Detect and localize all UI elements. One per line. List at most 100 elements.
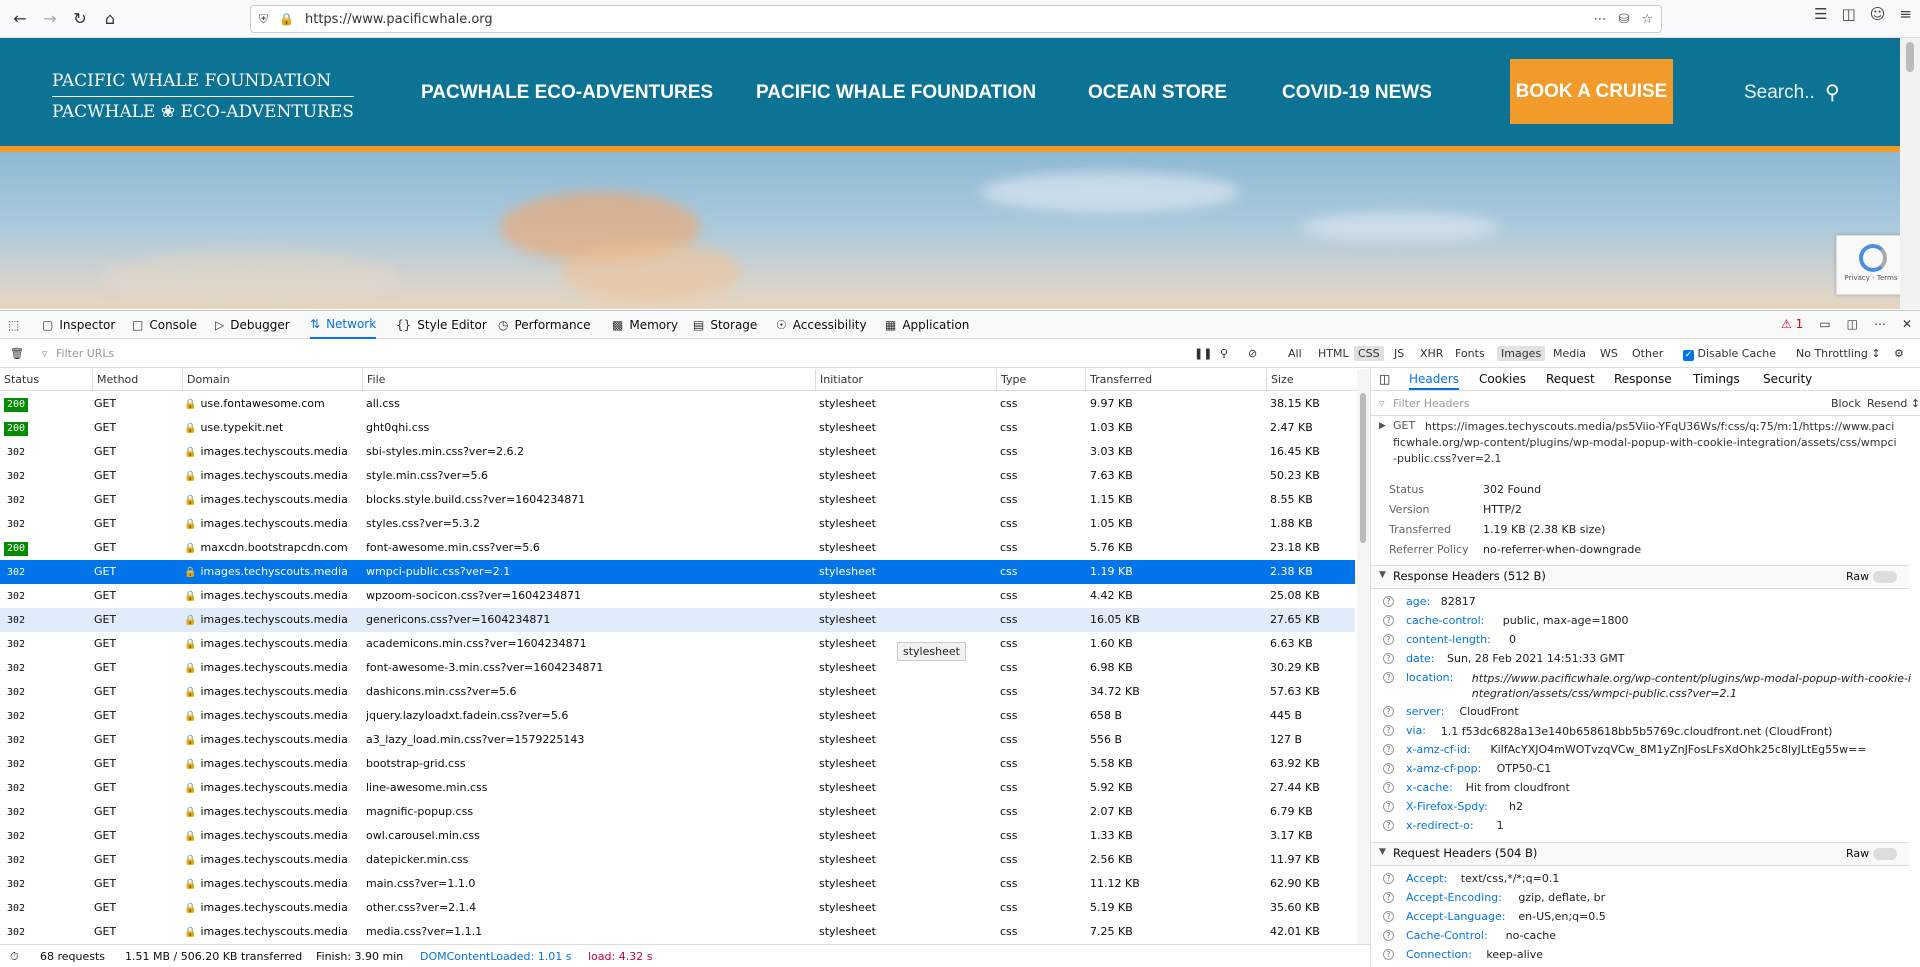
recaptcha-text[interactable]: Privacy - Terms	[1845, 274, 1898, 282]
menu-icon[interactable]: ≡	[1899, 5, 1912, 23]
book-cruise-button[interactable]: BOOK A CRUISE	[1510, 59, 1673, 124]
table-row[interactable]: 302 GET 🔒 images.techyscouts.media font-awes…	[0, 656, 1355, 680]
filter-html[interactable]: HTML	[1314, 346, 1353, 361]
sidebar-icon[interactable]: ◫	[1842, 5, 1856, 23]
close-devtools-icon[interactable]: ✕	[1902, 317, 1912, 331]
help-icon[interactable]: ?	[1383, 801, 1394, 812]
help-icon[interactable]: ?	[1383, 763, 1394, 774]
tab-accessibility[interactable]: ☉ Accessibility	[776, 311, 867, 339]
tab-style-editor[interactable]: {} Style Editor	[396, 311, 487, 339]
error-count-badge[interactable]: ⚠ 1	[1781, 317, 1803, 331]
help-icon[interactable]: ?	[1383, 911, 1394, 922]
col-method[interactable]: Method	[92, 369, 138, 391]
table-row[interactable]: 302 GET 🔒 images.techyscouts.media a3_lazy_l…	[0, 728, 1355, 752]
filter-fonts[interactable]: Fonts	[1451, 346, 1489, 361]
nav-pacific-whale-foundation[interactable]: PACIFIC WHALE FOUNDATION	[756, 82, 1036, 104]
table-row[interactable]: 302 GET 🔒 images.techyscouts.media other.css…	[0, 896, 1355, 920]
filter-ws[interactable]: WS	[1596, 346, 1622, 361]
filter-xhr[interactable]: XHR	[1416, 346, 1447, 361]
table-row[interactable]: 302 GET 🔒 images.techyscouts.media styles.cs…	[0, 512, 1355, 536]
col-initiator[interactable]: Initiator	[815, 369, 863, 391]
responsive-mode-icon[interactable]: ▭	[1819, 317, 1830, 331]
back-icon[interactable]: ←	[6, 5, 34, 33]
trash-icon[interactable]: 🗑	[10, 347, 24, 360]
settings-gear-icon[interactable]: ⚙	[1894, 347, 1904, 360]
url-text[interactable]: https://www.pacificwhale.org	[305, 12, 493, 27]
filter-images[interactable]: Images	[1497, 346, 1546, 361]
devtools-menu-icon[interactable]: ⋯	[1874, 317, 1886, 331]
pause-icon[interactable]: ❚❚	[1194, 347, 1212, 360]
filter-all[interactable]: All	[1284, 346, 1306, 361]
help-icon[interactable]: ?	[1383, 634, 1394, 645]
element-picker-icon[interactable]: ⬚	[8, 311, 25, 339]
filter-urls-input[interactable]: Filter URLs	[56, 347, 114, 360]
collapse-arrow-icon[interactable]: ▼	[1379, 847, 1386, 857]
filter-js[interactable]: JS	[1390, 346, 1408, 361]
forward-icon[interactable]: →	[36, 5, 64, 33]
table-row[interactable]: 302 GET 🔒 images.techyscouts.media dashicons…	[0, 680, 1355, 704]
table-row[interactable]: 302 GET 🔒 images.techyscouts.media jquery.la…	[0, 704, 1355, 728]
tab-response[interactable]: Response	[1614, 372, 1672, 386]
resend-button[interactable]: Resend ↕	[1867, 397, 1920, 410]
filter-other[interactable]: Other	[1628, 346, 1667, 361]
table-row[interactable]: 200 GET 🔒 use.fontawesome.com all.css stylesh…	[0, 392, 1355, 416]
help-icon[interactable]: ?	[1383, 653, 1394, 664]
table-row[interactable]: 302 GET 🔒 images.techyscouts.media media.css…	[0, 920, 1355, 944]
table-row[interactable]: 302 GET 🔒 images.techyscouts.media blocks.st…	[0, 488, 1355, 512]
home-icon[interactable]: ⌂	[96, 5, 124, 33]
tab-security[interactable]: Security	[1763, 372, 1812, 386]
nav-covid-news[interactable]: COVID-19 NEWS	[1282, 82, 1432, 104]
collapse-arrow-icon[interactable]: ▼	[1379, 570, 1386, 580]
help-icon[interactable]: ?	[1383, 873, 1394, 884]
nav-eco-adventures[interactable]: PACWHALE ECO-ADVENTURES	[421, 82, 713, 104]
col-type[interactable]: Type	[996, 369, 1026, 391]
lock-icon[interactable]: 🔒	[279, 12, 299, 26]
table-row[interactable]: 302 GET 🔒 images.techyscouts.media genericon…	[0, 608, 1355, 632]
toggle-sidebar-icon[interactable]: ◫	[1379, 372, 1390, 386]
tab-timings[interactable]: Timings	[1693, 372, 1740, 386]
tab-memory[interactable]: ▩ Memory	[612, 311, 678, 339]
shield-icon[interactable]: ⛨	[259, 12, 279, 27]
table-row[interactable]: 302 GET 🔒 images.techyscouts.media bootstrap…	[0, 752, 1355, 776]
col-status[interactable]: Status	[0, 369, 39, 391]
table-row[interactable]: 302 GET 🔒 images.techyscouts.media main.css?…	[0, 872, 1355, 896]
help-icon[interactable]: ?	[1383, 782, 1394, 793]
search-icon[interactable]: ⚲	[1825, 80, 1840, 104]
tab-debugger[interactable]: ▷ Debugger	[215, 311, 290, 339]
page-scrollbar[interactable]	[1900, 38, 1920, 309]
table-row[interactable]: 200 GET 🔒 use.typekit.net ght0qhi.css stylesh…	[0, 416, 1355, 440]
table-row[interactable]: 302 GET 🔒 images.techyscouts.media datepicke…	[0, 848, 1355, 872]
tab-request[interactable]: Request	[1546, 372, 1595, 386]
help-icon[interactable]: ?	[1383, 820, 1394, 831]
raw-toggle[interactable]	[1873, 848, 1897, 860]
tab-application[interactable]: ▦ Application	[885, 311, 969, 339]
account-icon[interactable]: ☺	[1870, 5, 1886, 23]
help-icon[interactable]: ?	[1383, 744, 1394, 755]
col-domain[interactable]: Domain	[182, 369, 230, 391]
table-row[interactable]: 302 GET 🔒 images.techyscouts.media wpzoom-so…	[0, 584, 1355, 608]
site-logo[interactable]: PACIFIC WHALE FOUNDATION PACWHALE ❀ ECO-…	[52, 66, 354, 127]
tab-cookies[interactable]: Cookies	[1479, 372, 1526, 386]
help-icon[interactable]: ?	[1383, 949, 1394, 960]
col-transferred[interactable]: Transferred	[1085, 369, 1152, 391]
help-icon[interactable]: ?	[1383, 892, 1394, 903]
nav-ocean-store[interactable]: OCEAN STORE	[1088, 82, 1227, 104]
table-row[interactable]: 302 GET 🔒 images.techyscouts.media style.min…	[0, 464, 1355, 488]
request-url[interactable]: https://images.techyscouts.media/ps5Viio…	[1393, 419, 1898, 467]
pocket-icon[interactable]: ⛁	[1618, 12, 1629, 27]
url-bar[interactable]: ⛨ 🔒 https://www.pacificwhale.org ⋯ ⛁ ☆	[250, 5, 1662, 33]
recaptcha-badge[interactable]: Privacy - Terms	[1836, 235, 1900, 295]
help-icon[interactable]: ?	[1383, 725, 1394, 736]
help-icon[interactable]: ?	[1383, 596, 1394, 607]
site-search-input[interactable]: Search..	[1744, 82, 1815, 104]
block-icon[interactable]: ⊘	[1248, 347, 1257, 360]
help-icon[interactable]: ?	[1383, 706, 1394, 717]
table-row[interactable]: 302 GET 🔒 images.techyscouts.media wmpci-pub…	[0, 560, 1355, 584]
throttling-select[interactable]: No Throttling ↕	[1796, 347, 1881, 360]
table-row[interactable]: 302 GET 🔒 images.techyscouts.media line-awes…	[0, 776, 1355, 800]
disable-cache-checkbox[interactable]: ✓ Disable Cache	[1683, 347, 1776, 361]
table-row[interactable]: 302 GET 🔒 images.techyscouts.media owl.carou…	[0, 824, 1355, 848]
tab-network[interactable]: ⇅ Network	[310, 311, 377, 339]
block-button[interactable]: Block	[1831, 397, 1861, 410]
help-icon[interactable]: ?	[1383, 930, 1394, 941]
